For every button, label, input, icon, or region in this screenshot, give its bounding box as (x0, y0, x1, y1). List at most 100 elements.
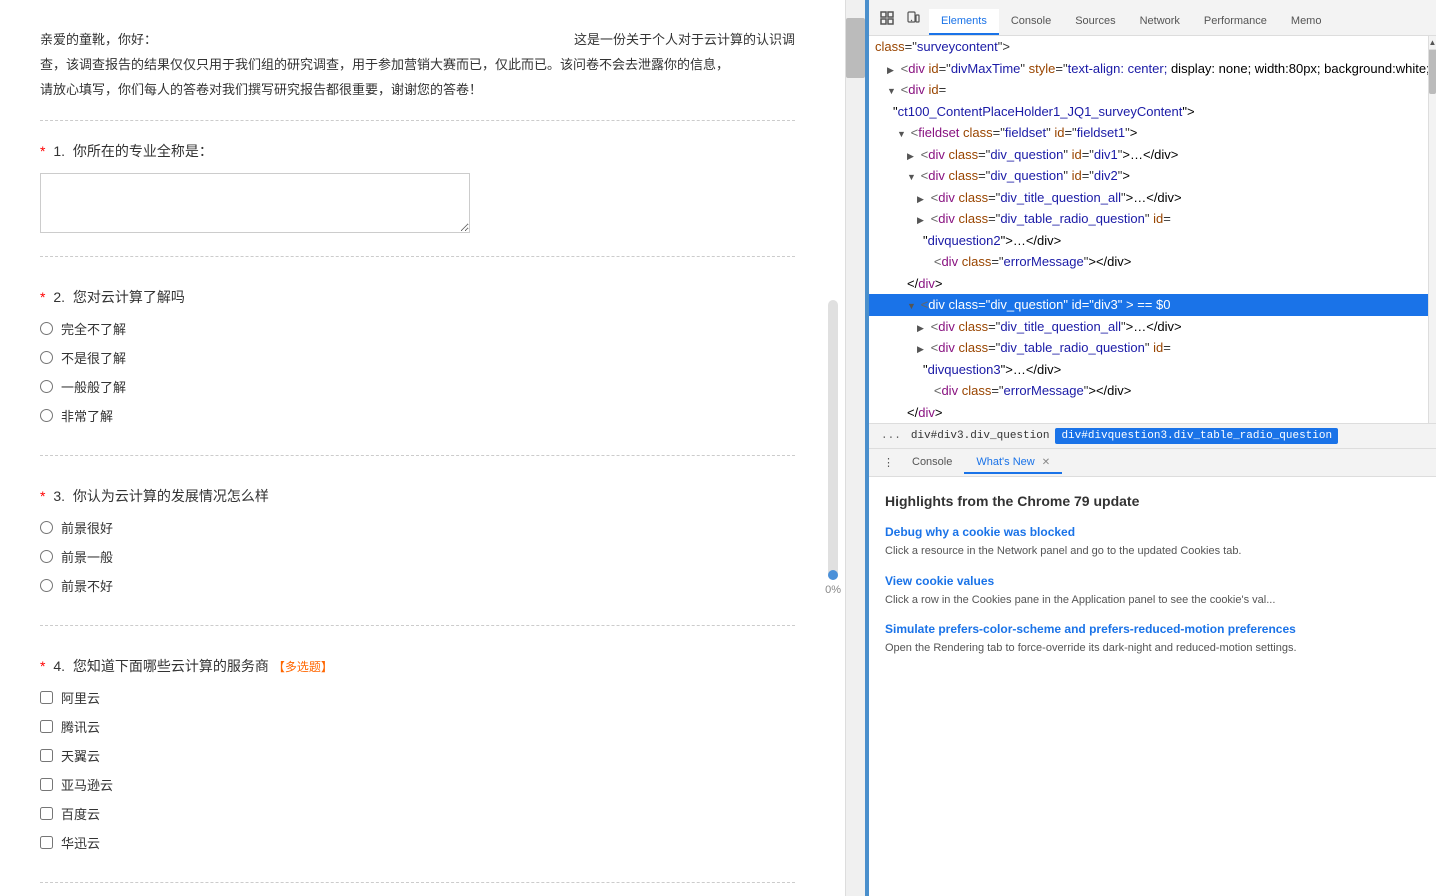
q3-radio-3[interactable] (40, 579, 53, 592)
question-1-title: * 1. 你所在的专业全称是： (40, 141, 795, 161)
whats-new-item-1-title[interactable]: Debug why a cookie was blocked (885, 525, 1420, 539)
q-text-1: 你所在的专业全称是： (73, 143, 213, 159)
elements-line-3[interactable]: ▼ <div id= (869, 79, 1428, 101)
device-icon[interactable] (903, 8, 923, 28)
elements-line-11[interactable]: <div class="errorMessage"></div> (869, 251, 1428, 273)
devtools-console-tabs: ⋮ Console What's New ✕ (869, 449, 1436, 477)
q1-text-input[interactable] (40, 173, 470, 233)
elements-vscroll[interactable]: ▲ (1428, 36, 1436, 423)
elements-line-14[interactable]: ▶ <div class="div_title_question_all">…<… (869, 316, 1428, 338)
q4-label-3: 天翼云 (61, 746, 100, 765)
elements-line-1[interactable]: class="surveycontent"> (869, 36, 1428, 58)
req-2: * (40, 289, 45, 305)
survey-panel: 亲爱的童靴，你好： 这是一份关于个人对于云计算的认识调 查，该调查报告的结果仅仅… (0, 0, 865, 896)
breadcrumb-dots[interactable]: ... (877, 430, 905, 442)
whats-new-item-2-desc: Click a row in the Cookies pane in the A… (885, 592, 1420, 609)
q2-label-1: 完全不了解 (61, 319, 126, 338)
q4-option-2[interactable]: 腾讯云 (40, 717, 795, 736)
q2-option-4[interactable]: 非常了解 (40, 406, 795, 425)
q3-option-2[interactable]: 前景一般 (40, 547, 795, 566)
bottom-tab-console[interactable]: Console (900, 452, 964, 474)
q4-option-6[interactable]: 华迅云 (40, 833, 795, 852)
elements-line-10[interactable]: "divquestion2">…</div> (869, 230, 1428, 252)
elements-line-5[interactable]: ▼ <fieldset class="fieldset" id="fieldse… (869, 122, 1428, 144)
inspect-icon[interactable] (877, 8, 897, 28)
tab-console[interactable]: Console (999, 9, 1063, 35)
q4-option-1[interactable]: 阿里云 (40, 688, 795, 707)
elements-area: class="surveycontent"> ▶ <div id="divMax… (869, 36, 1436, 423)
elements-content[interactable]: class="surveycontent"> ▶ <div id="divMax… (869, 36, 1428, 423)
elements-line-17[interactable]: <div class="errorMessage"></div> (869, 380, 1428, 402)
elements-line-16[interactable]: "divquestion3">…</div> (869, 359, 1428, 381)
q3-label-2: 前景一般 (61, 547, 113, 566)
q3-radio-2[interactable] (40, 550, 53, 563)
q2-option-1[interactable]: 完全不了解 (40, 319, 795, 338)
survey-scrollbar[interactable] (845, 0, 865, 896)
elements-vscroll-thumb[interactable] (1429, 44, 1436, 94)
breadcrumb-div3[interactable]: div#div3.div_question (905, 428, 1056, 444)
q-text-3: 你认为云计算的发展情况怎么样 (73, 488, 269, 504)
q3-radio-1[interactable] (40, 521, 53, 534)
elements-line-8[interactable]: ▶ <div class="div_title_question_all">…<… (869, 187, 1428, 209)
q3-option-3[interactable]: 前景不好 (40, 576, 795, 595)
q2-option-2[interactable]: 不是很了解 (40, 348, 795, 367)
q4-check-6[interactable] (40, 836, 53, 849)
q2-radio-3[interactable] (40, 380, 53, 393)
q-text-2: 您对云计算了解吗 (73, 289, 185, 305)
q3-label-1: 前景很好 (61, 518, 113, 537)
tab-elements[interactable]: Elements (929, 9, 999, 35)
q2-option-3[interactable]: 一般般了解 (40, 377, 795, 396)
elements-line-6[interactable]: ▶ <div class="div_question" id="div1">…<… (869, 144, 1428, 166)
devtools-breadcrumb: ... div#div3.div_question div#divquestio… (869, 423, 1436, 449)
tab-sources[interactable]: Sources (1063, 9, 1127, 35)
q4-check-2[interactable] (40, 720, 53, 733)
whats-new-item-2-title[interactable]: View cookie values (885, 574, 1420, 588)
whats-new-tab-close[interactable]: ✕ (1042, 457, 1050, 468)
survey-content: 亲爱的童靴，你好： 这是一份关于个人对于云计算的认识调 查，该调查报告的结果仅仅… (0, 0, 845, 896)
whats-new-item-2: View cookie values Click a row in the Co… (885, 574, 1420, 609)
whats-new-panel: Highlights from the Chrome 79 update Deb… (869, 477, 1436, 896)
q4-label-5: 百度云 (61, 804, 100, 823)
q4-check-4[interactable] (40, 778, 53, 791)
whats-new-item-3-title[interactable]: Simulate prefers-color-scheme and prefer… (885, 622, 1420, 636)
elements-line-2[interactable]: ▶ <div id="divMaxTime" style="text-align… (869, 58, 1428, 80)
q4-check-5[interactable] (40, 807, 53, 820)
elements-line-18[interactable]: </div> (869, 402, 1428, 424)
intro-greeting: 亲爱的童靴，你好： (40, 30, 157, 51)
breadcrumb-divquestion3[interactable]: div#divquestion3.div_table_radio_questio… (1055, 428, 1338, 444)
whats-new-item-1-desc: Click a resource in the Network panel an… (885, 543, 1420, 560)
q2-radio-1[interactable] (40, 322, 53, 335)
elements-line-4[interactable]: "ct100_ContentPlaceHolder1_JQ1_surveyCon… (869, 101, 1428, 123)
question-3-title: * 3. 你认为云计算的发展情况怎么样 (40, 486, 795, 506)
tab-memo[interactable]: Memo (1279, 9, 1334, 35)
q4-check-3[interactable] (40, 749, 53, 762)
q3-option-1[interactable]: 前景很好 (40, 518, 795, 537)
q4-option-3[interactable]: 天翼云 (40, 746, 795, 765)
scroll-up-arrow[interactable]: ▲ (1429, 36, 1436, 50)
whats-new-item-3-desc: Open the Rendering tab to force-override… (885, 640, 1420, 657)
q4-check-1[interactable] (40, 691, 53, 704)
q2-radio-2[interactable] (40, 351, 53, 364)
bottom-tab-whats-new[interactable]: What's New ✕ (964, 452, 1062, 474)
intro-line3: 请放心填写，你们每人的答卷对我们撰写研究报告都很重要，谢谢您的答卷！ (40, 80, 795, 101)
whats-new-item-1: Debug why a cookie was blocked Click a r… (885, 525, 1420, 560)
q4-label-2: 腾讯云 (61, 717, 100, 736)
q4-option-4[interactable]: 亚马逊云 (40, 775, 795, 794)
req-1: * (40, 143, 45, 159)
elements-line-12[interactable]: </div> (869, 273, 1428, 295)
devtools-inner: Elements Console Sources Network Perform… (869, 0, 1436, 896)
q4-option-5[interactable]: 百度云 (40, 804, 795, 823)
q4-label-4: 亚马逊云 (61, 775, 113, 794)
elements-line-15[interactable]: ▶ <div class="div_table_radio_question" … (869, 337, 1428, 359)
devtools-tabs: Elements Console Sources Network Perform… (929, 0, 1428, 35)
q2-radio-4[interactable] (40, 409, 53, 422)
q-num-1: 1. (53, 143, 69, 159)
elements-line-highlighted[interactable]: ▼ <div class="div_question" id="div3" > … (869, 294, 1428, 316)
tab-network[interactable]: Network (1128, 9, 1192, 35)
elements-line-7[interactable]: ▼ <div class="div_question" id="div2"> (869, 165, 1428, 187)
elements-line-9[interactable]: ▶ <div class="div_table_radio_question" … (869, 208, 1428, 230)
survey-scroll-thumb[interactable] (846, 18, 865, 78)
console-menu-icon[interactable]: ⋮ (877, 452, 900, 473)
q4-label-6: 华迅云 (61, 833, 100, 852)
tab-performance[interactable]: Performance (1192, 9, 1279, 35)
